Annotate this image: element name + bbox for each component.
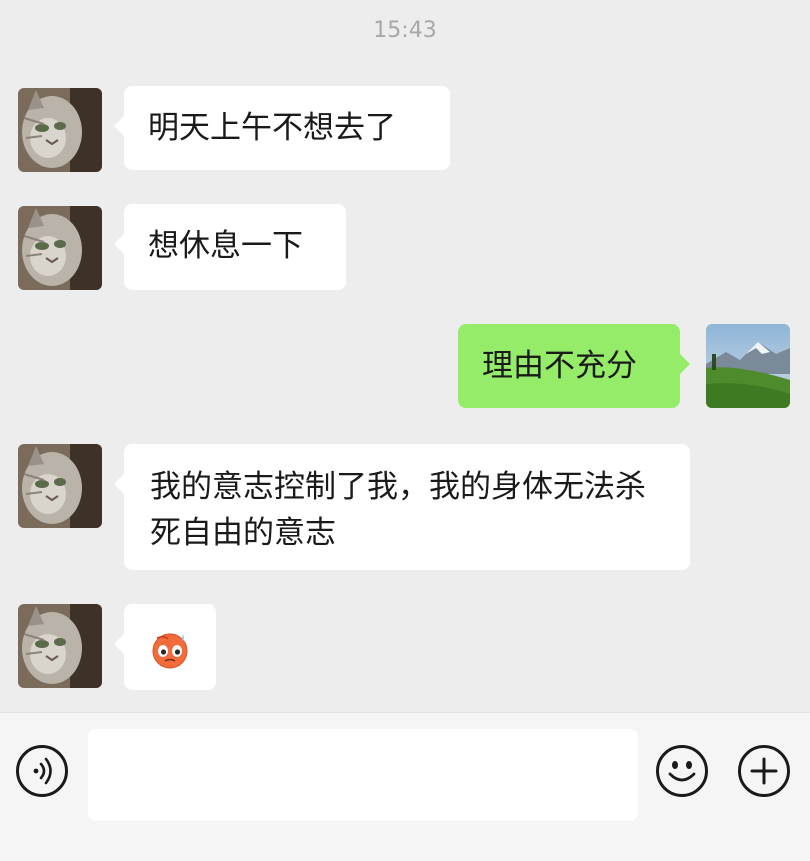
voice-input-button[interactable] — [16, 745, 68, 797]
message-bubble-received[interactable]: 想休息一下 — [114, 204, 346, 290]
self-avatar[interactable] — [706, 324, 790, 408]
message-text-input[interactable] — [88, 729, 638, 821]
contact-avatar[interactable] — [18, 88, 102, 172]
message-bubble-received[interactable] — [114, 604, 216, 690]
contact-avatar[interactable] — [18, 444, 102, 528]
more-actions-button[interactable] — [738, 745, 790, 797]
emoji-icon — [668, 761, 696, 782]
message-timestamp: 15:43 — [373, 18, 437, 43]
message-text: 想休息一下 — [148, 228, 303, 264]
message-text: 理由不充分 — [482, 348, 637, 384]
plus-icon — [750, 757, 778, 785]
contact-avatar[interactable] — [18, 604, 102, 688]
message-bubble-sent[interactable]: 理由不充分 — [458, 324, 690, 408]
voice-icon — [33, 757, 52, 785]
emoji-button[interactable] — [656, 745, 708, 797]
sweating-face-sticker-icon — [152, 633, 188, 669]
message-bubble-received[interactable]: 明天上午不想去了 — [114, 86, 450, 170]
message-bubble-received[interactable]: 我的意志控制了我，我的身体无法杀死自由的意志 — [114, 444, 690, 570]
message-text: 明天上午不想去了 — [148, 110, 396, 146]
message-input-bar — [0, 712, 810, 861]
message-text: 我的意志控制了我，我的身体无法杀死自由的意志 — [150, 469, 646, 551]
contact-avatar[interactable] — [18, 206, 102, 290]
chat-message-area[interactable]: 15:43 明天上午不想去了 想休息一下 理由不充分 我的意志控制了我，我的身体… — [0, 0, 810, 712]
